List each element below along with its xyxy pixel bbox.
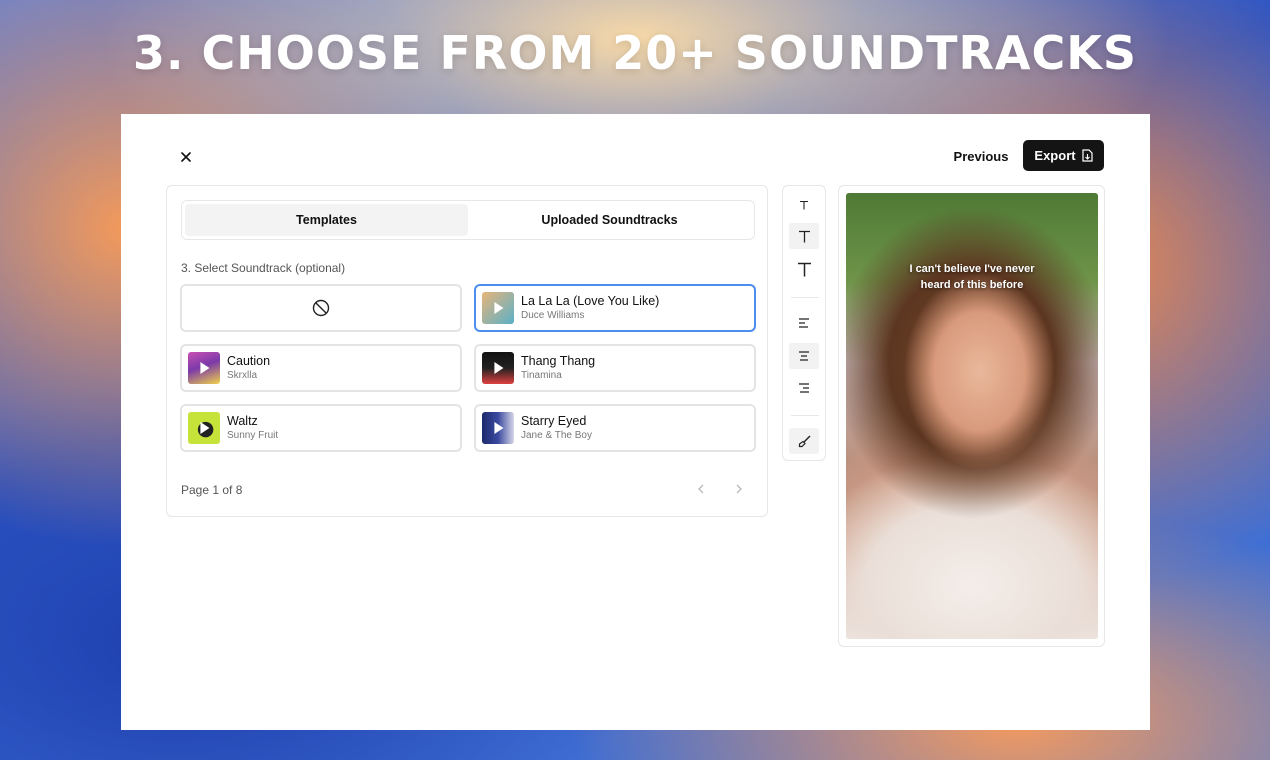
track-title: Waltz [227, 414, 258, 428]
caption-line-1: I can't believe I've never [909, 263, 1035, 275]
track-artist: Tinamina [521, 370, 562, 381]
track-title: Thang Thang [521, 354, 596, 368]
tab-uploaded-soundtracks[interactable]: Uploaded Soundtracks [468, 204, 751, 236]
soundtrack-card: Templates Uploaded Soundtracks 3. Select… [166, 185, 768, 517]
track-title: Starry Eyed [521, 414, 587, 428]
section-label: 3. Select Soundtrack (optional) [181, 261, 346, 275]
text-style-toolbar [782, 185, 826, 461]
play-icon [494, 422, 504, 434]
no-soundtrack-option[interactable] [180, 284, 462, 332]
text-medium-icon [798, 230, 810, 242]
album-thumbnail [188, 352, 220, 384]
track-artist: Jane & The Boy [521, 430, 592, 441]
page-indicator: Page 1 of 8 [181, 483, 243, 497]
track-artist: Sunny Fruit [227, 430, 279, 441]
chevron-left-icon [698, 484, 704, 494]
track-item[interactable]: Starry Eyed Jane & The Boy [474, 404, 756, 452]
album-thumbnail [188, 412, 220, 444]
tab-bar: Templates Uploaded Soundtracks [181, 200, 755, 240]
previous-page-button[interactable] [692, 480, 710, 498]
style-brush-button[interactable] [789, 428, 819, 454]
toolbar-divider [791, 415, 819, 416]
toolbar-divider [791, 297, 819, 298]
track-item[interactable]: Thang Thang Tinamina [474, 344, 756, 392]
align-center-icon [799, 351, 809, 361]
align-left-icon [799, 318, 809, 328]
play-icon [494, 302, 504, 314]
next-page-button[interactable] [730, 480, 748, 498]
track-title: La La La (Love You Like) [521, 294, 660, 308]
album-thumbnail [482, 292, 514, 324]
text-size-small-button[interactable] [789, 192, 819, 218]
track-artist: Skrxlla [227, 370, 258, 381]
chevron-right-icon [736, 484, 742, 494]
no-music-icon [312, 299, 330, 317]
preview-caption: I can't believe I've never heard of this… [846, 261, 1098, 293]
track-item[interactable]: La La La (Love You Like) Duce Williams [474, 284, 756, 332]
editor-panel: Previous Export Templates Uploaded Sound… [121, 114, 1150, 730]
paintbrush-icon [798, 435, 810, 447]
align-right-icon [799, 383, 809, 393]
text-size-medium-button[interactable] [789, 223, 819, 249]
track-artist: Duce Williams [521, 310, 585, 321]
album-thumbnail [482, 412, 514, 444]
align-left-button[interactable] [789, 310, 819, 336]
text-size-large-button[interactable] [789, 256, 819, 282]
caption-line-2: heard of this before [920, 279, 1024, 291]
album-thumbnail [482, 352, 514, 384]
play-icon [494, 362, 504, 374]
tab-templates[interactable]: Templates [185, 204, 468, 236]
file-export-icon [1081, 149, 1093, 162]
headline: 3. CHOOSE FROM 20+ SOUNDTRACKS [132, 26, 1138, 80]
align-right-button[interactable] [789, 375, 819, 401]
track-item[interactable]: Waltz Sunny Fruit [180, 404, 462, 452]
play-icon [200, 422, 210, 434]
close-icon [181, 152, 191, 162]
text-small-icon [800, 200, 808, 210]
text-large-icon [797, 262, 811, 276]
close-button[interactable] [175, 146, 197, 168]
track-item[interactable]: Caution Skrxlla [180, 344, 462, 392]
align-center-button[interactable] [789, 343, 819, 369]
track-title: Caution [227, 354, 271, 368]
export-label: Export [1034, 148, 1076, 163]
video-preview-card: I can't believe I've never heard of this… [838, 185, 1105, 647]
play-icon [200, 362, 210, 374]
video-preview: I can't believe I've never heard of this… [846, 193, 1098, 639]
export-button[interactable]: Export [1023, 140, 1104, 171]
previous-button[interactable]: Previous [936, 142, 1026, 170]
